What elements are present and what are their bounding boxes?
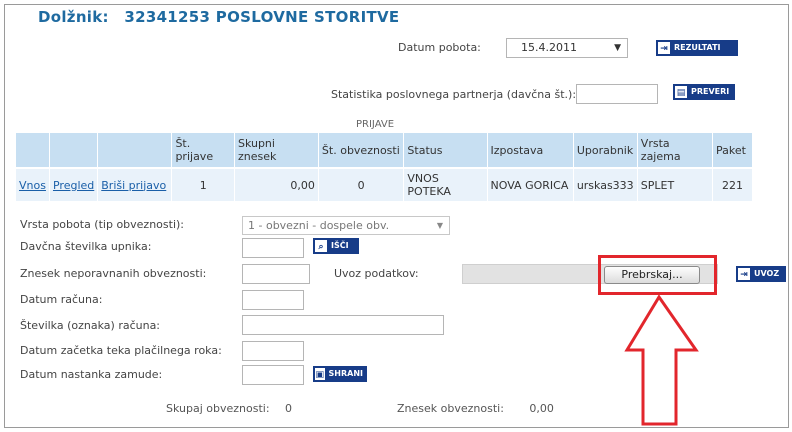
entry-link[interactable]: Vnos (19, 179, 46, 192)
column-header (49, 133, 99, 168)
column-header: Št. obveznosti (318, 133, 405, 168)
application-number-cell: 1 (171, 167, 235, 201)
import-button[interactable]: ⇥ UVOZ (736, 266, 786, 282)
invoice-date-input[interactable] (242, 290, 304, 310)
date-select[interactable]: 15.4.2011 ▼ (506, 38, 628, 58)
import-label: Uvoz podatkov: (334, 267, 419, 280)
column-header: Št. prijave (171, 133, 235, 168)
column-header: Status (403, 133, 488, 168)
check-button-label: PREVERI (691, 87, 730, 96)
status-cell: VNOS POTEKA (403, 167, 488, 201)
package-cell: 221 (712, 167, 753, 201)
up-arrow-annotation (624, 294, 699, 426)
title-name: POSLOVNE STORITVE (215, 8, 400, 26)
search-icon: ⌕ (314, 239, 328, 253)
column-header: Skupni znesek (234, 133, 319, 168)
user-cell: urskas333 (573, 167, 638, 201)
obligations-summary-value: 0 (285, 402, 293, 415)
type-value: 1 - obvezni - dospele obv. (248, 219, 390, 232)
obligations-count-cell: 0 (318, 167, 405, 201)
applications-table: Št. prijave Skupni znesek Št. obveznosti… (16, 133, 753, 201)
title-number: 32341253 (124, 8, 211, 26)
invoice-date-label: Datum računa: (20, 293, 103, 306)
floppy-disk-icon: ▣ (314, 367, 326, 381)
column-header (97, 133, 173, 168)
clipboard-icon: ▤ (674, 85, 688, 99)
amount-summary-label: Znesek obveznosti: (397, 402, 504, 415)
payment-start-label: Datum začetka teka plačilnega roka: (20, 344, 222, 357)
chevron-down-icon: ▼ (436, 221, 443, 230)
column-header: Izpostava (487, 133, 574, 168)
results-button-label: REZULTATI (674, 43, 721, 52)
search-button-label: IŠČI (331, 241, 349, 250)
column-header (16, 133, 50, 168)
stats-input[interactable] (576, 84, 658, 104)
enter-icon: ⇥ (737, 267, 751, 281)
amount-label: Znesek neporavnanih obveznosti: (20, 267, 207, 280)
table-header-row: Št. prijave Skupni znesek Št. obveznosti… (16, 133, 753, 168)
branch-cell: NOVA GORICA (487, 167, 574, 201)
stats-label: Statistika poslovnega partnerja (davčna … (331, 88, 577, 101)
title-label: Dolžnik: (38, 8, 109, 26)
save-button[interactable]: ▣ SHRANI (313, 366, 367, 382)
capture-type-cell: SPLET (637, 167, 714, 201)
tax-number-label: Davčna številka upnika: (20, 240, 152, 253)
results-button[interactable]: ⇥ REZULTATI (656, 40, 738, 56)
payment-start-input[interactable] (242, 341, 304, 361)
table-caption: PRIJAVE (356, 119, 395, 130)
amount-summary: Znesek obveznosti: 0,00 (397, 402, 554, 415)
obligations-summary: Skupaj obveznosti: 0 (166, 402, 292, 415)
view-link[interactable]: Pregled (53, 179, 94, 192)
invoice-number-input[interactable] (242, 315, 444, 335)
type-select[interactable]: 1 - obvezni - dospele obv. ▼ (242, 216, 450, 235)
page-title: Dolžnik: 32341253 POSLOVNE STORITVE (38, 8, 399, 26)
amount-summary-value: 0,00 (529, 402, 554, 415)
column-header: Vrsta zajema (637, 133, 714, 168)
delay-date-label: Datum nastanka zamude: (20, 368, 163, 381)
enter-icon: ⇥ (657, 41, 671, 55)
highlight-box (598, 255, 717, 295)
import-button-label: UVOZ (754, 269, 780, 278)
invoice-number-label: Številka (oznaka) računa: (20, 319, 161, 332)
chevron-down-icon: ▼ (614, 43, 621, 53)
table-row: Vnos Pregled Briši prijavo 1 0,00 0 VNOS… (16, 167, 753, 201)
column-header: Paket (712, 133, 753, 168)
save-button-label: SHRANI (328, 369, 363, 378)
obligations-summary-label: Skupaj obveznosti: (166, 402, 270, 415)
tax-number-input[interactable] (242, 238, 304, 258)
total-amount-cell: 0,00 (234, 167, 319, 201)
search-button[interactable]: ⌕ IŠČI (313, 238, 359, 254)
column-header: Uporabnik (573, 133, 638, 168)
date-value: 15.4.2011 (521, 41, 577, 54)
delete-application-link[interactable]: Briši prijavo (101, 179, 166, 192)
amount-input[interactable] (242, 264, 310, 284)
check-button[interactable]: ▤ PREVERI (673, 84, 735, 100)
delay-date-input[interactable] (242, 365, 304, 385)
type-label: Vrsta pobota (tip obveznosti): (20, 218, 185, 231)
date-label: Datum pobota: (398, 41, 481, 54)
